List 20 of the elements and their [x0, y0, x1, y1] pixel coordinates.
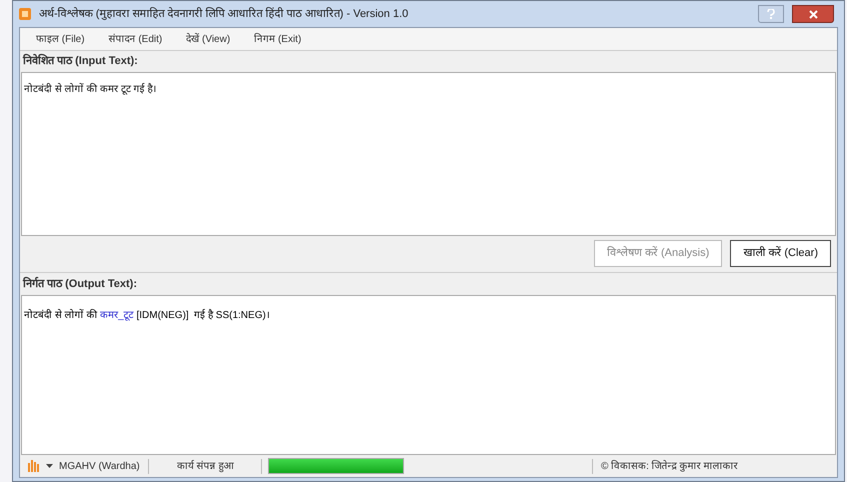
help-icon: [767, 9, 775, 19]
status-message: कार्य संपन्न हुआ: [148, 458, 262, 474]
app-icon: [19, 8, 31, 20]
org-label: MGAHV (Wardha): [59, 460, 140, 474]
menu-item[interactable]: निगम (Exit): [254, 32, 302, 46]
close-button[interactable]: [792, 5, 834, 23]
menu-item[interactable]: देखें (View): [186, 32, 230, 46]
input-text-area[interactable]: नोटबंदी से लोगों की कमर टूट गई है।: [21, 72, 836, 236]
dropdown-caret-icon: [46, 464, 53, 468]
help-button[interactable]: [758, 5, 784, 23]
input-text: नोटबंदी से लोगों की कमर टूट गई है।: [24, 84, 156, 94]
output-text-area[interactable]: नोटबंदी से लोगों की कमर_टूट [IDM(NEG)] गई है SS(1:NEG)।: [21, 295, 836, 455]
bars-icon: [28, 460, 40, 472]
menu-item[interactable]: संपादन (Edit): [108, 32, 162, 46]
output-text: नोटबंदी से लोगों की कमर_टूट [IDM(NEG)] गई है SS(1:NEG)।: [24, 310, 270, 321]
close-icon: [808, 10, 818, 18]
credit-text: © विकासक: जितेन्द्र कुमार मालाकार: [592, 458, 837, 474]
action-button[interactable]: खाली करें (Clear): [730, 240, 831, 267]
menu-item[interactable]: फाइल (File): [36, 32, 85, 46]
window-title: अर्थ-विश्लेषक (मुहावरा समाहित देवनागरी लिपि आधारित हिंदी पाठ आधारित) - Version 1.0: [39, 6, 408, 22]
